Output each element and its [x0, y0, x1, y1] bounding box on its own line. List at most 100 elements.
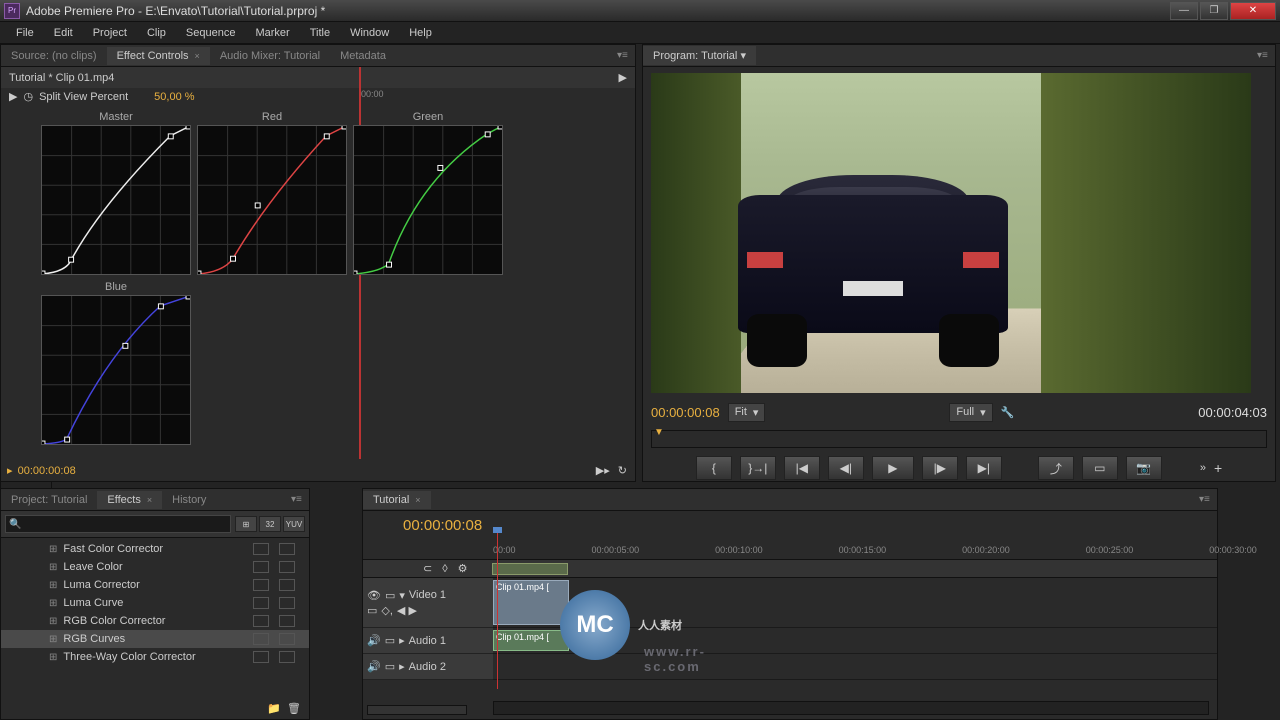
stopwatch-icon[interactable]: ◷ [23, 90, 33, 103]
twirl-icon[interactable]: ▸ [399, 634, 405, 647]
twirl-icon[interactable]: ▸ [399, 660, 405, 673]
new-bin-icon[interactable]: 📁 [267, 702, 281, 715]
mark-out-button[interactable]: }→| [740, 456, 776, 480]
speaker-icon[interactable]: 🔊 [367, 634, 381, 647]
effect-item[interactable]: ⊞Luma Corrector [1, 576, 309, 594]
menu-title[interactable]: Title [300, 25, 340, 41]
effect-controls-timecode[interactable]: ▸ 00:00:00:08 [7, 464, 76, 477]
playhead-icon[interactable]: ▼ [654, 427, 664, 438]
twirl-icon[interactable]: ▶ [9, 90, 17, 103]
panel-menu-icon[interactable]: ▾≡ [617, 50, 631, 62]
ruler-tick: 00:00:15:00 [839, 545, 887, 555]
tab-metadata[interactable]: Metadata [330, 47, 396, 65]
panel-menu-icon[interactable]: ▾≡ [291, 494, 305, 506]
chevron-down-icon[interactable]: ▾ [740, 50, 746, 62]
export-frame-button[interactable]: 📷 [1126, 456, 1162, 480]
program-timecode[interactable]: 00:00:00:08 [651, 405, 720, 420]
menu-help[interactable]: Help [399, 25, 442, 41]
effect-item[interactable]: ⊞Fast Color Corrector [1, 540, 309, 558]
tab-audio-mixer[interactable]: Audio Mixer: Tutorial [210, 47, 330, 65]
menu-clip[interactable]: Clip [137, 25, 176, 41]
sync-lock-icon[interactable]: ▭ [367, 604, 377, 617]
effect-item[interactable]: ⊞Three-Way Color Corrector [1, 648, 309, 666]
resolution-dropdown[interactable]: Full▾ [949, 403, 992, 422]
yuv-badge[interactable]: YUV [283, 516, 305, 532]
work-area-bar[interactable] [492, 563, 568, 575]
zoom-slider[interactable] [367, 705, 467, 715]
timeline-playhead[interactable] [497, 533, 498, 689]
tab-history[interactable]: History [162, 491, 216, 509]
step-back-button[interactable]: ◀| [828, 456, 864, 480]
track-video1[interactable]: Clip 01.mp4 [ [493, 578, 1217, 628]
menu-window[interactable]: Window [340, 25, 399, 41]
tab-program[interactable]: Program: Tutorial ▾ [643, 46, 756, 65]
effect-item[interactable]: ⊞Leave Color [1, 558, 309, 576]
more-buttons-icon[interactable]: » [1200, 462, 1206, 474]
track-audio1[interactable]: Clip 01.mp4 [ [493, 628, 1217, 654]
tab-effect-controls[interactable]: Effect Controls× [107, 47, 210, 65]
close-button[interactable]: ✕ [1230, 2, 1276, 20]
go-to-in-button[interactable]: |◀ [784, 456, 820, 480]
curve-master[interactable] [41, 125, 191, 275]
panel-menu-icon[interactable]: ▾≡ [1257, 50, 1271, 62]
32bit-badge[interactable]: 32 [259, 516, 281, 532]
effect-item[interactable]: ⊞RGB Color Corrector [1, 612, 309, 630]
close-icon[interactable]: × [195, 51, 200, 61]
go-to-out-button[interactable]: ▶| [966, 456, 1002, 480]
close-icon[interactable]: × [415, 495, 420, 505]
effect-item[interactable]: ⊞RGB Curves [1, 630, 309, 648]
snap-icon[interactable]: ⊂ [423, 562, 432, 575]
eye-icon[interactable]: 👁 [367, 589, 381, 602]
tab-effects[interactable]: Effects× [97, 491, 162, 509]
extract-button[interactable]: ▭ [1082, 456, 1118, 480]
curve-red[interactable] [197, 125, 347, 275]
twirl-icon[interactable]: ▾ [399, 589, 405, 602]
zoom-fit-dropdown[interactable]: Fit▾ [728, 403, 766, 422]
track-header-video1[interactable]: 👁▭▾Video 1 ▭◇,◀ ▶ [363, 578, 493, 628]
step-forward-button[interactable]: |▶ [922, 456, 958, 480]
curve-blue[interactable] [41, 295, 191, 445]
minimize-button[interactable]: — [1170, 2, 1198, 20]
panel-menu-icon[interactable]: ▾≡ [1199, 494, 1213, 506]
program-scrubber[interactable]: ▼ [651, 430, 1267, 448]
menu-marker[interactable]: Marker [245, 25, 299, 41]
timeline-timecode[interactable]: 00:00:00:08 [403, 517, 482, 534]
track-header-audio1[interactable]: 🔊▭▸Audio 1 [363, 628, 493, 654]
curve-green[interactable] [353, 125, 503, 275]
accelerated-badge[interactable]: ⊞ [235, 516, 257, 532]
track-audio2[interactable] [493, 654, 1217, 680]
badge-icon [279, 615, 295, 627]
track-header-audio2[interactable]: 🔊▭▸Audio 2 [363, 654, 493, 680]
wrench-icon[interactable]: 🔧 [1001, 406, 1015, 419]
speaker-icon[interactable]: 🔊 [367, 660, 381, 673]
tab-sequence[interactable]: Tutorial× [363, 491, 431, 509]
lock-icon[interactable]: ▭ [385, 589, 395, 602]
property-value[interactable]: 50,00 % [154, 91, 194, 103]
add-button-icon[interactable]: + [1214, 460, 1222, 476]
menu-sequence[interactable]: Sequence [176, 25, 246, 41]
playhead-arrow-icon[interactable]: ▶ [619, 71, 627, 84]
maximize-button[interactable]: ❐ [1200, 2, 1228, 20]
mark-in-button[interactable]: { [696, 456, 732, 480]
clip-audio1[interactable]: Clip 01.mp4 [ [493, 630, 569, 651]
clip-video1[interactable]: Clip 01.mp4 [ [493, 580, 569, 625]
play-button[interactable]: ▶ [872, 456, 914, 480]
tab-project[interactable]: Project: Tutorial [1, 491, 97, 509]
delete-icon[interactable]: 🗑 [287, 702, 301, 715]
settings-icon[interactable]: ⚙ [458, 562, 468, 575]
menu-edit[interactable]: Edit [44, 25, 83, 41]
timeline-ruler[interactable]: 00:0000:00:05:0000:00:10:0000:00:15:0000… [363, 540, 1217, 560]
titlebar: Pr Adobe Premiere Pro - E:\Envato\Tutori… [0, 0, 1280, 22]
close-icon[interactable]: × [147, 495, 152, 505]
menu-file[interactable]: File [6, 25, 44, 41]
play-only-icon[interactable]: ▶▸ [596, 464, 610, 477]
tab-source[interactable]: Source: (no clips) [1, 47, 107, 65]
loop-icon[interactable]: ↻ [618, 464, 627, 477]
effect-item[interactable]: ⊞Luma Curve [1, 594, 309, 612]
lift-button[interactable]: ⤴ [1038, 456, 1074, 480]
marker-icon[interactable]: ◊ [442, 563, 447, 575]
effects-search-input[interactable] [5, 515, 231, 533]
timeline-scrollbar[interactable] [493, 701, 1209, 715]
program-viewport[interactable] [651, 73, 1251, 393]
menu-project[interactable]: Project [83, 25, 137, 41]
